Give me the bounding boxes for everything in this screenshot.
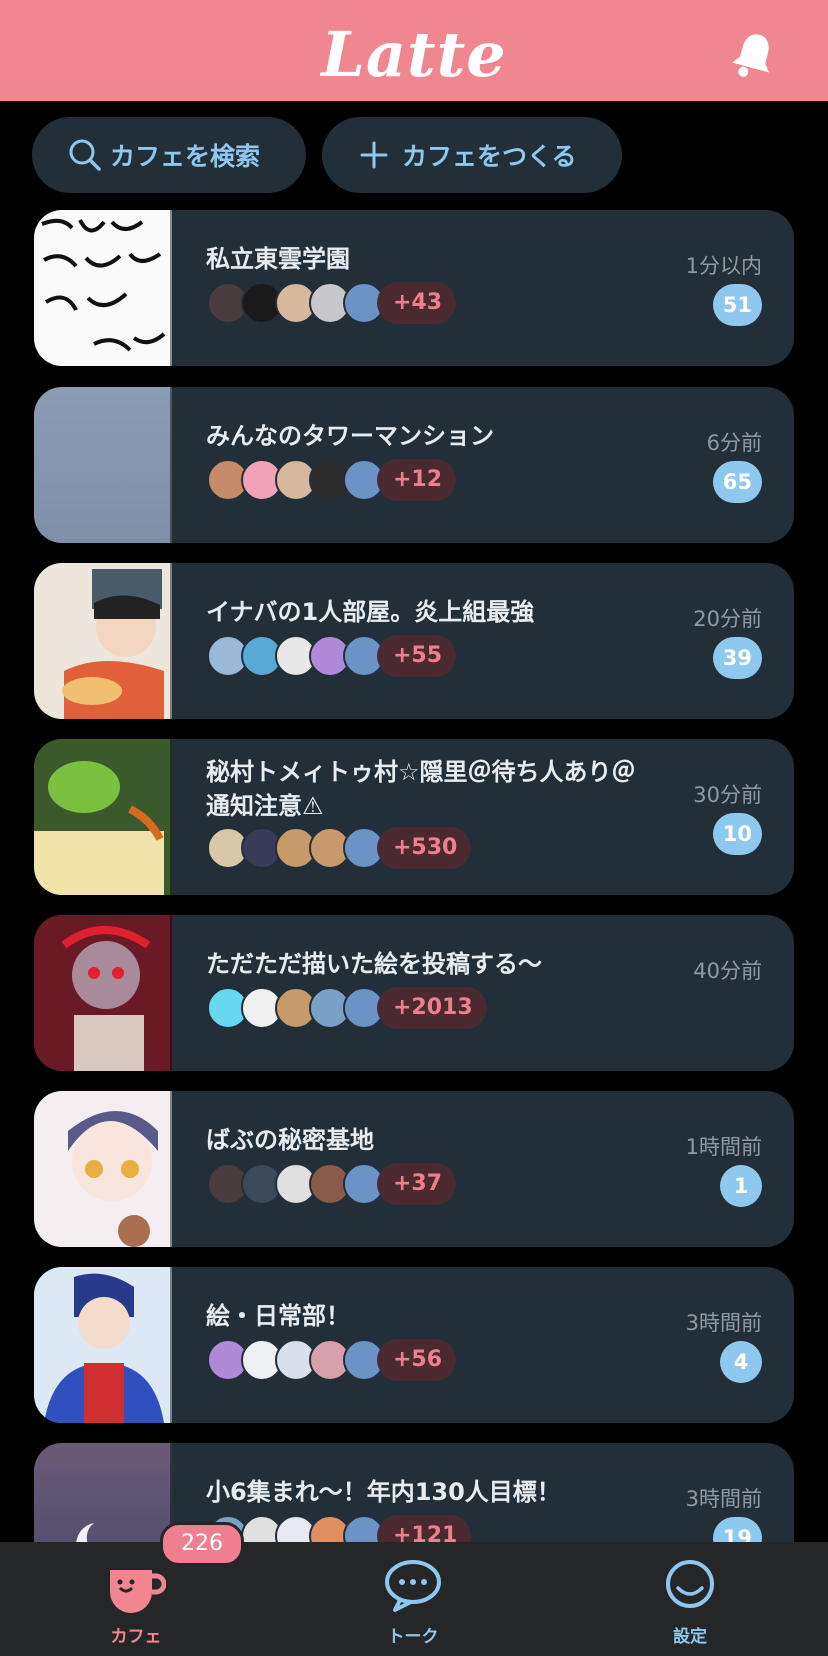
cafe-title: イナバの1人部屋。炎上組最強 [206,598,535,626]
member-avatars: +121 [207,1515,472,1542]
search-cafe-button[interactable]: カフェを検索 [32,117,306,193]
last-active-time: 40分前 [693,959,762,983]
unread-badge: 4 [720,1341,762,1383]
search-icon [69,139,101,171]
cafe-thumbnail [34,1091,172,1247]
cafe-thumbnail [34,915,172,1071]
cafe-title: 小6集まれ〜！年内130人目標！ [206,1478,561,1506]
cafe-card[interactable]: 私立東雲学園 +43 1分以内 51 [34,210,794,366]
cafe-notification-badge: 226 [160,1522,244,1566]
unread-badge: 39 [712,637,762,679]
tab-settings[interactable]: 設定 [610,1542,770,1656]
cafe-card[interactable]: 絵・日常部！ +56 3時間前 4 [34,1267,794,1423]
member-count: +530 [377,827,472,869]
member-count: +2013 [377,987,487,1029]
last-active-time: 30分前 [693,783,762,807]
last-active-time: 3時間前 [685,1311,762,1335]
cafe-title: ばぶの秘密基地 [206,1126,374,1154]
unread-badge: 51 [712,284,762,326]
member-avatars: +37 [207,1163,457,1205]
search-cafe-label: カフェを検索 [110,142,261,171]
cafe-cup-icon [110,1570,166,1613]
last-active-time: 3時間前 [685,1487,762,1511]
member-avatars: +2013 [207,987,487,1029]
cafe-card[interactable]: ただただ描いた絵を投稿する〜 +2013 40分前 [34,915,794,1071]
unread-badge: 19 [712,1517,762,1542]
member-count: +43 [377,282,457,324]
bell-icon[interactable] [732,30,776,80]
tab-cafe-label: カフェ [110,1627,162,1647]
cafe-card[interactable]: 小6集まれ〜！年内130人目標！ +121 3時間前 19 [34,1443,794,1542]
cafe-thumbnail [34,210,172,366]
unread-badge: 10 [712,813,762,855]
tab-talk[interactable]: トーク [333,1542,493,1656]
last-active-time: 1分以内 [685,254,762,278]
tab-talk-label: トーク [387,1627,439,1647]
member-avatars: +43 [207,282,457,324]
plus-icon [360,141,388,169]
unread-badge: 1 [720,1165,762,1207]
member-count: +37 [377,1163,457,1205]
app-logo: Latte [321,18,507,91]
cafe-thumbnail [34,387,172,543]
last-active-time: 1時間前 [685,1135,762,1159]
member-count: +55 [377,635,457,677]
cafe-card[interactable]: イナバの1人部屋。炎上組最強 +55 20分前 39 [34,563,794,719]
smile-face-icon [666,1560,714,1608]
cafe-thumbnail [34,1267,172,1423]
unread-badge: 65 [712,461,762,503]
cafe-title: 秘村トメィトゥ村☆隠里＠待ち人あり＠通知注意⚠ [206,758,636,820]
cafe-list: 私立東雲学園 +43 1分以内 51 みんなのタワーマンション +12 6分前 … [0,210,828,1542]
cafe-card[interactable]: ばぶの秘密基地 +37 1時間前 1 [34,1091,794,1247]
app-header: Latte [0,0,828,101]
create-cafe-button[interactable]: カフェをつくる [322,117,622,193]
bottom-tab-bar: カフェ トーク 設定 [0,1542,828,1656]
member-count: +121 [377,1515,472,1542]
member-avatars: +12 [207,459,457,501]
create-cafe-label: カフェをつくる [402,142,577,171]
cafe-thumbnail [34,563,172,719]
chat-bubble-icon [385,1560,441,1612]
member-avatars: +55 [207,635,457,677]
cafe-thumbnail [34,1443,172,1542]
member-count: +12 [377,459,457,501]
cafe-title: みんなのタワーマンション [206,422,494,450]
cafe-card[interactable]: 秘村トメィトゥ村☆隠里＠待ち人あり＠通知注意⚠ +530 30分前 10 [34,739,794,895]
member-avatars: +530 [207,827,472,869]
member-count: +56 [377,1339,457,1381]
member-avatars: +56 [207,1339,457,1381]
cafe-title: ただただ描いた絵を投稿する〜 [206,950,542,978]
last-active-time: 6分前 [706,431,762,455]
tab-settings-label: 設定 [673,1627,707,1647]
cafe-thumbnail [34,739,172,895]
cafe-card[interactable]: みんなのタワーマンション +12 6分前 65 [34,387,794,543]
last-active-time: 20分前 [693,607,762,631]
cafe-title: 絵・日常部！ [206,1302,350,1330]
cafe-title: 私立東雲学園 [206,245,350,273]
